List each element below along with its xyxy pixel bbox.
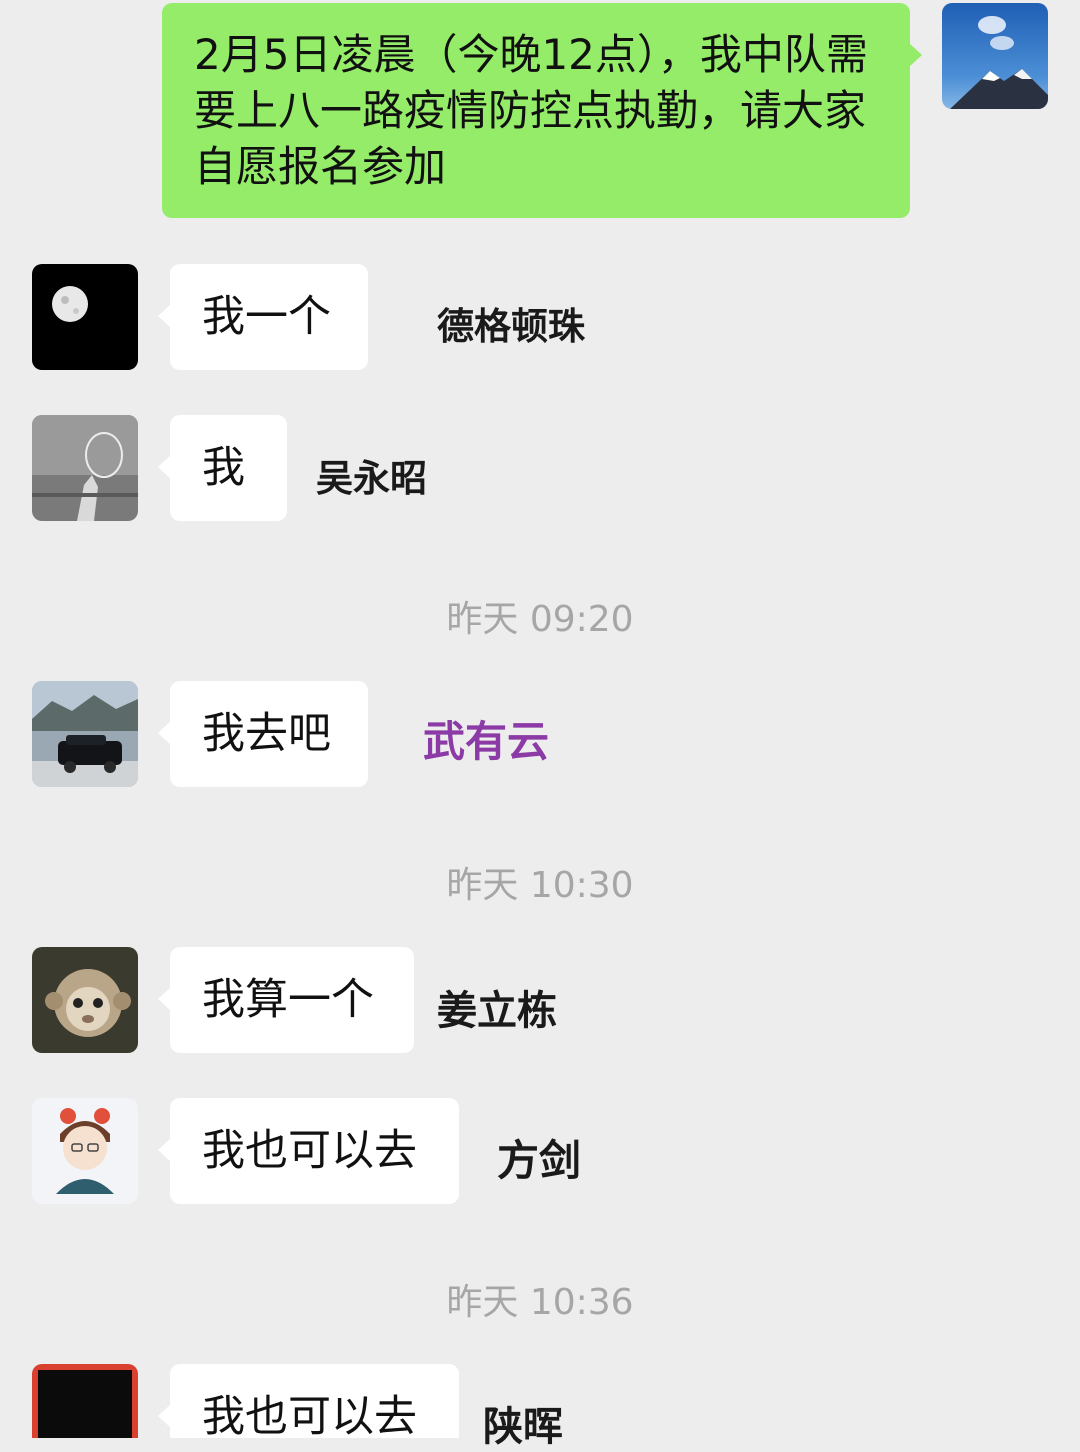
avatar-fangjian[interactable]: [32, 1098, 138, 1204]
message-text: 2月5日凌晨（今晚12点），我中队需要上八一路疫情防控点执勤，请大家自愿报名参加: [194, 30, 868, 191]
avatar-wuyouyun[interactable]: [32, 681, 138, 787]
moon-avatar-icon: [32, 264, 138, 370]
chat-message-list[interactable]: 2月5日凌晨（今晚12点），我中队需要上八一路疫情防控点执勤，请大家自愿报名参加: [0, 0, 1080, 1450]
avatar-jianglidong[interactable]: [32, 947, 138, 1053]
message-text: 我: [202, 443, 245, 493]
timestamp: 昨天 10:36: [446, 1282, 634, 1323]
sender-name: 武有云: [423, 717, 550, 766]
cartoon-boy-avatar-icon: [32, 1098, 138, 1204]
avatar-wuyongzhao[interactable]: [32, 415, 138, 521]
message-text: 我算一个: [202, 975, 374, 1025]
own-avatar[interactable]: [942, 3, 1048, 109]
sender-name: 吴永昭: [316, 457, 427, 500]
message-text: 我去吧: [202, 709, 331, 759]
avatar-degedunzhu[interactable]: [32, 264, 138, 370]
timestamp: 昨天 09:20: [446, 599, 634, 640]
message-bubble[interactable]: 我也可以去: [158, 1364, 459, 1442]
sender-name: 德格顿珠: [437, 305, 585, 348]
mountain-sky-icon: [942, 3, 1048, 109]
car-avatar-icon: [32, 681, 138, 787]
sender-name: 姜立栋: [437, 988, 557, 1034]
sender-name: 方剑: [497, 1136, 582, 1185]
avatar-shanhui[interactable]: [32, 1364, 138, 1438]
dark-avatar-icon: [32, 1364, 138, 1438]
timestamp: 昨天 10:30: [446, 865, 634, 906]
message-text: 我也可以去: [202, 1392, 417, 1442]
message-bubble[interactable]: 我: [158, 415, 287, 521]
message-bubble[interactable]: 我去吧: [158, 681, 368, 787]
message-text: 我一个: [202, 292, 331, 342]
own-message-bubble[interactable]: 2月5日凌晨（今晚12点），我中队需要上八一路疫情防控点执勤，请大家自愿报名参加: [162, 3, 922, 218]
message-bubble[interactable]: 我算一个: [158, 947, 414, 1053]
message-bubble[interactable]: 我也可以去: [158, 1098, 459, 1204]
monkey-avatar-icon: [32, 947, 138, 1053]
message-text: 我也可以去: [202, 1126, 417, 1176]
message-bubble[interactable]: 我一个: [158, 264, 368, 370]
sketch-avatar-icon: [32, 415, 138, 521]
sender-name: 陕晖: [483, 1404, 563, 1450]
